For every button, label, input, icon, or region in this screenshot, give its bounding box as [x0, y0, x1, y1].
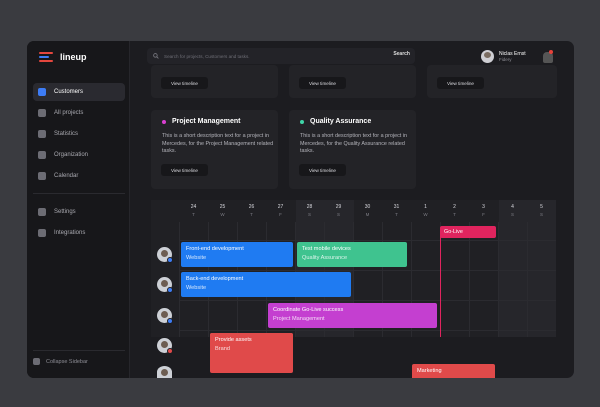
- project-card: View timeline: [427, 65, 557, 98]
- sidebar-item-all-projects[interactable]: All projects: [33, 104, 125, 122]
- status-badge: [167, 257, 173, 263]
- status-badge: [167, 348, 173, 354]
- task-project: Brand: [215, 346, 230, 352]
- sidebar-item-label: Calendar: [54, 173, 79, 179]
- day-header: 28 S: [306, 204, 313, 217]
- project-card-project-management[interactable]: Project Management This is a short descr…: [151, 110, 278, 189]
- sidebar-item-calendar[interactable]: Calendar: [33, 167, 125, 185]
- calendar-icon: [38, 172, 46, 180]
- view-timeline-button[interactable]: View timeline: [299, 164, 346, 176]
- project-card: View timeline: [151, 65, 278, 98]
- project-color-dot: [162, 119, 166, 124]
- project-card-quality-assurance[interactable]: Quality Assurance This is a short descri…: [289, 110, 416, 189]
- row-line: [179, 330, 556, 331]
- chart-icon: [38, 130, 46, 138]
- sidebar-item-label: Organization: [54, 152, 89, 158]
- search-bar: Search: [147, 48, 415, 64]
- sidebar-item-label: Statistics: [54, 131, 79, 137]
- search-button[interactable]: Search: [393, 51, 410, 57]
- sidebar-secondary-nav: Settings Integrations: [33, 203, 125, 245]
- grid-icon: [38, 109, 46, 117]
- sidebar-item-settings[interactable]: Settings: [33, 203, 125, 221]
- task-bar[interactable]: Provide assets Brand: [210, 333, 293, 358]
- day-header: 30 M: [364, 204, 371, 217]
- view-timeline-button[interactable]: View timeline: [299, 77, 346, 89]
- plug-icon: [38, 229, 46, 237]
- status-badge: [167, 287, 173, 293]
- app-logo[interactable]: lineup: [39, 52, 87, 62]
- sidebar-divider: [33, 193, 125, 194]
- task-bar[interactable]: Back-end development Website: [181, 272, 351, 297]
- collapse-icon: [33, 358, 40, 365]
- customers-icon: [38, 88, 46, 96]
- user-profile[interactable]: Niclas Ernst Fidery: [481, 50, 526, 63]
- collapse-sidebar-button[interactable]: Collapse Sidebar: [33, 358, 88, 365]
- search-icon: [153, 53, 159, 59]
- day-header: 26 T: [248, 204, 255, 217]
- today-indicator: [440, 233, 441, 337]
- card-title-text: Project Management: [172, 118, 241, 125]
- task-project: Website: [186, 255, 207, 261]
- day-header: 31 T: [393, 204, 400, 217]
- task-bar[interactable]: Coordinate Go-Live success Project Manag…: [268, 303, 437, 328]
- task-bar[interactable]: Front-end development Website: [181, 242, 293, 267]
- day-header: 29 S: [335, 204, 342, 217]
- day-header: 24 T: [190, 204, 197, 217]
- task-project: Quality Assurance: [302, 255, 348, 261]
- task-project: Website: [186, 285, 207, 291]
- sidebar-item-organization[interactable]: Organization: [33, 146, 125, 164]
- sidebar-item-label: Settings: [54, 209, 76, 215]
- row-line: [179, 300, 556, 301]
- app-name: lineup: [60, 52, 87, 62]
- sidebar-item-label: Integrations: [54, 230, 86, 236]
- card-title: Project Management: [162, 118, 240, 125]
- collapse-label: Collapse Sidebar: [46, 358, 88, 365]
- task-title: Test mobile devices: [302, 246, 351, 252]
- sidebar-item-statistics[interactable]: Statistics: [33, 125, 125, 143]
- row-line: [179, 240, 556, 241]
- day-header: 2T: [453, 204, 456, 217]
- day-header: 25 W: [219, 204, 226, 217]
- card-description: This is a short description text for a p…: [162, 133, 274, 155]
- sidebar-item-integrations[interactable]: Integrations: [33, 224, 125, 242]
- gantt-timeline: 24 T 25 W 26 T 27 F 28 S 29 S 30 M 31 T 1W 2T 3F…: [151, 200, 556, 358]
- task-title: Coordinate Go-Live success: [273, 307, 344, 313]
- sidebar: lineup Customers All projects Statistics…: [27, 41, 130, 378]
- logo-icon: [39, 52, 53, 62]
- card-title: Quality Assurance: [300, 118, 371, 125]
- day-header: 4S: [510, 204, 514, 217]
- card-description: This is a short description text for a p…: [300, 133, 407, 155]
- gear-icon: [38, 208, 46, 216]
- sidebar-item-customers[interactable]: Customers: [33, 83, 125, 101]
- view-timeline-button[interactable]: View timeline: [161, 164, 208, 176]
- project-card: View timeline: [289, 65, 416, 98]
- day-header: 5S: [539, 204, 543, 217]
- search-input[interactable]: [164, 53, 364, 59]
- avatar: [481, 50, 494, 63]
- task-title: Provide assets: [215, 337, 252, 343]
- day-header: 3F: [482, 204, 485, 217]
- card-title-text: Quality Assurance: [310, 118, 372, 125]
- sidebar-item-label: Customers: [54, 89, 84, 95]
- sidebar-nav: Customers All projects Statistics Organi…: [33, 83, 125, 188]
- user-role: Fidery: [499, 57, 512, 62]
- task-project: Project Management: [273, 316, 325, 322]
- task-title: Back-end development: [186, 276, 244, 282]
- milestone-go-live[interactable]: Go-Live: [440, 226, 496, 238]
- task-bar[interactable]: Test mobile devices Quality Assurance: [297, 242, 407, 267]
- project-color-dot: [300, 119, 304, 124]
- sidebar-divider: [33, 350, 125, 351]
- avatar[interactable]: [157, 366, 172, 378]
- sidebar-item-label: All projects: [54, 110, 84, 116]
- day-header: 27 F: [277, 204, 284, 217]
- view-timeline-button[interactable]: View timeline: [437, 77, 484, 89]
- building-icon: [38, 151, 46, 159]
- day-header: 1W: [423, 204, 428, 217]
- task-title: Front-end development: [186, 246, 244, 252]
- notification-badge: [549, 50, 553, 54]
- row-line: [179, 270, 556, 271]
- view-timeline-button[interactable]: View timeline: [161, 77, 208, 89]
- status-badge: [167, 318, 173, 324]
